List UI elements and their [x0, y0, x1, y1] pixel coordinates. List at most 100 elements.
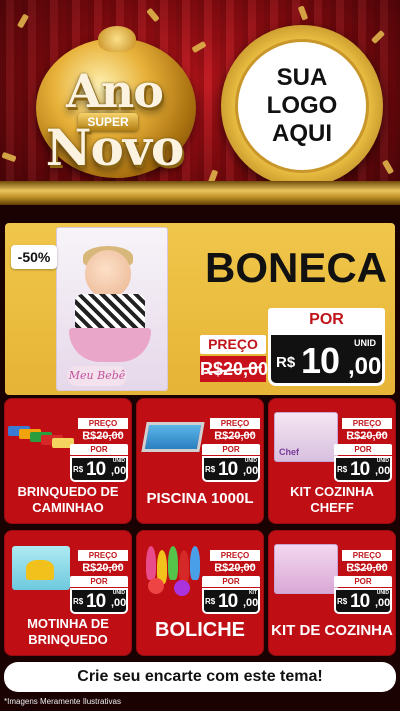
title-line-novo: Novo: [45, 118, 184, 177]
por-label: POR: [334, 576, 392, 587]
price-tag: R$ 10 ,00 UNID: [268, 332, 385, 386]
product-card[interactable]: PREÇO R$20,00 POR R$ 10 ,00 KIT BOLICHE: [136, 530, 264, 656]
price-tag: R$ 10 ,00 KIT: [202, 588, 260, 614]
por-label: POR: [334, 444, 392, 455]
pool-icon: [141, 422, 205, 452]
old-price-value: R$20,00: [210, 429, 260, 443]
featured-product-name: BONECA: [204, 244, 387, 291]
price-currency: R$: [73, 597, 84, 606]
kit-label: Chef: [279, 447, 299, 457]
featured-new-price: POR R$ 10 ,00 UNID: [268, 308, 385, 386]
price-unit: UNID: [376, 590, 389, 596]
product-image: [140, 540, 206, 596]
price-unit: UNID: [244, 458, 257, 464]
por-label: POR: [70, 576, 128, 587]
product-card[interactable]: PREÇO R$20,00 POR R$ 10 ,00 UNID BRINQUE…: [4, 398, 132, 524]
price-decimal: ,00: [243, 597, 259, 609]
product-card[interactable]: PREÇO R$20,00 POR R$ 10 ,00 UNID PISCINA…: [136, 398, 264, 524]
ano-novo-title-badge: Ano SUPER Novo: [12, 20, 217, 185]
price-unit: UNID: [354, 338, 376, 348]
old-price: PREÇO R$20,00: [342, 418, 392, 443]
package-brand-label: Meu Bebê: [67, 366, 127, 386]
old-price-value: R$20,00: [342, 561, 392, 575]
old-price: PREÇO R$20,00: [78, 550, 128, 575]
doll-head: [85, 250, 131, 298]
logo-text-line: LOGO: [266, 92, 338, 119]
price-decimal: ,00: [375, 597, 391, 609]
price-decimal: ,00: [348, 353, 382, 380]
bowling-pin-icon: [146, 546, 156, 580]
price-decimal: ,00: [375, 465, 391, 477]
price-currency: R$: [276, 354, 296, 371]
preco-label: PREÇO: [78, 418, 128, 429]
old-price-value: R$20,00: [200, 356, 268, 382]
price-integer: 10: [350, 459, 370, 480]
old-price-value: R$20,00: [342, 429, 392, 443]
bowling-pin-icon: [179, 550, 189, 584]
price-currency: R$: [205, 465, 216, 474]
product-name: PISCINA 1000L: [146, 490, 254, 507]
old-price-value: R$20,00: [78, 561, 128, 575]
price-unit: UNID: [112, 458, 125, 464]
title-line-ano: Ano: [66, 64, 164, 118]
product-image: [140, 408, 206, 460]
por-label: POR: [268, 308, 385, 332]
price-tag: R$ 10 ,00 UNID: [334, 456, 392, 482]
old-price: PREÇO R$20,00: [342, 550, 392, 575]
logo-placeholder: SUA LOGO AQUI: [235, 39, 369, 173]
price-unit: UNID: [112, 590, 125, 596]
product-name: BOLICHE: [155, 619, 245, 641]
preco-label: PREÇO: [210, 418, 260, 429]
bowling-pin-icon: [168, 546, 178, 580]
doll-product-image: Meu Bebê: [56, 227, 168, 391]
price-decimal: ,00: [111, 465, 127, 477]
price-tag: R$ 10 ,00 UNID: [70, 456, 128, 482]
new-price-label-box: POR: [70, 444, 128, 455]
price-integer: 10: [86, 459, 106, 480]
por-label: POR: [70, 444, 128, 455]
por-label: POR: [202, 444, 260, 455]
price-tag: R$ 10 ,00 UNID: [70, 588, 128, 614]
product-image: Chef: [272, 408, 338, 462]
product-name: KIT DE COZINHA: [271, 622, 393, 639]
preco-label: PREÇO: [78, 550, 128, 561]
old-price-value: R$20,00: [210, 561, 260, 575]
preco-label: PREÇO: [200, 335, 266, 354]
motorbike-box: [12, 546, 70, 590]
logo-placeholder-seal[interactable]: SUA LOGO AQUI: [221, 25, 383, 187]
product-card[interactable]: Chef PREÇO R$20,00 POR R$ 10 ,00 UNID KI…: [268, 398, 396, 524]
price-integer: 10: [218, 459, 238, 480]
product-image: [272, 540, 338, 594]
product-name: BRINQUEDO DE CAMINHAO: [17, 484, 119, 515]
new-price-label-box: POR: [70, 576, 128, 587]
old-price-value: R$20,00: [78, 429, 128, 443]
price-tag: R$ 10 ,00 UNID: [334, 588, 392, 614]
logo-text-line: SUA: [276, 64, 328, 91]
price-currency: R$: [205, 597, 216, 606]
kitchen-kit-box: Chef: [274, 412, 338, 462]
price-unit: KIT: [248, 590, 257, 596]
product-name: KIT COZINHA CHEFF: [290, 484, 374, 515]
price-integer: 10: [218, 591, 238, 612]
product-image: [8, 408, 74, 460]
kitchen-kit-box: [274, 544, 338, 594]
preco-label: PREÇO: [342, 550, 392, 561]
bowling-ball-icon: [174, 580, 190, 596]
new-price-label-box: POR: [202, 444, 260, 455]
new-price-label-box: POR: [334, 444, 392, 455]
header-banner: Ano SUPER Novo SUA LOGO AQUI: [0, 0, 400, 205]
preco-label: PREÇO: [342, 418, 392, 429]
product-name: MOTINHA DE BRINQUEDO: [27, 616, 109, 647]
product-card[interactable]: PREÇO R$20,00 POR R$ 10 ,00 UNID MOTINHA…: [4, 530, 132, 656]
featured-old-price: PREÇO R$20,00: [200, 335, 268, 382]
price-tag: R$ 10 ,00 UNID: [202, 456, 260, 482]
price-integer: 10: [301, 340, 340, 381]
new-price-label-box: POR: [334, 576, 392, 587]
cta-banner[interactable]: Crie seu encarte com este tema!: [4, 662, 396, 692]
old-price: PREÇO R$20,00: [210, 418, 260, 443]
price-currency: R$: [73, 465, 84, 474]
price-currency: R$: [337, 465, 348, 474]
logo-text-line: AQUI: [272, 120, 332, 147]
gold-divider: [0, 181, 400, 205]
product-card[interactable]: PREÇO R$20,00 POR R$ 10 ,00 UNID KIT DE …: [268, 530, 396, 656]
